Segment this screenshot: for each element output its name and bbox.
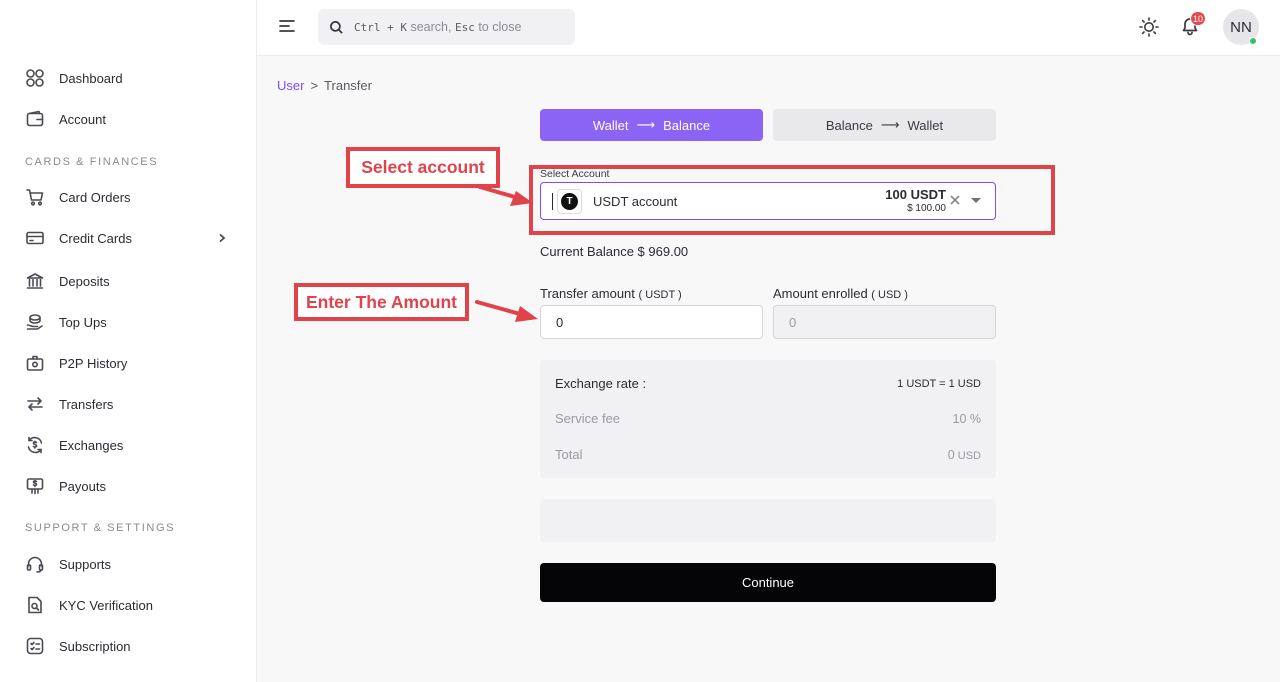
sidebar-item-p2p-history[interactable]: P2P History	[25, 351, 127, 375]
sidebar-item-kyc-verification[interactable]: KYC Verification	[25, 593, 153, 617]
headset-icon	[25, 554, 45, 574]
sidebar-item-transfers[interactable]: Transfers	[25, 392, 113, 416]
section-label-support-settings: SUPPORT & SETTINGS	[25, 522, 176, 534]
sun-icon[interactable]	[1138, 16, 1160, 38]
payout-icon	[25, 476, 45, 496]
breadcrumb-separator: >	[310, 78, 319, 93]
p2p-icon	[25, 353, 45, 373]
amount-enrolled-label: Amount enrolled ( USD )	[773, 286, 908, 301]
search-placeholder: Ctrl + K search, Esc to close	[354, 20, 522, 34]
annotation-highlight-select	[529, 165, 1055, 235]
sidebar-item-label: Credit Cards	[59, 230, 132, 246]
annotation-enter-amount: Enter The Amount	[294, 283, 469, 321]
sidebar-item-card-orders[interactable]: Card Orders	[25, 185, 131, 209]
arrow-right-icon: ⟶	[880, 117, 900, 132]
sidebar-item-credit-cards[interactable]: Credit Cards	[25, 226, 132, 250]
search-icon	[329, 20, 343, 34]
sidebar-item-dashboard[interactable]: Dashboard	[25, 66, 123, 90]
transfer-arrows-icon	[25, 394, 45, 414]
credit-card-icon	[25, 228, 45, 248]
sidebar-item-label: KYC Verification	[59, 597, 153, 613]
sidebar-item-label: Transfers	[59, 396, 114, 412]
continue-button[interactable]: Continue	[540, 563, 996, 602]
exchange-icon	[25, 435, 45, 455]
wallet-icon	[25, 109, 45, 129]
total-row: Total 0 USD	[555, 447, 981, 462]
grid-icon	[25, 68, 45, 88]
sidebar-item-label: Account	[59, 111, 106, 127]
sidebar-item-payouts[interactable]: Payouts	[25, 474, 106, 498]
tab-wallet-to-balance[interactable]: Wallet ⟶ Balance	[540, 109, 763, 141]
subscription-icon	[25, 636, 45, 656]
top-bar: Ctrl + K search, Esc to close 10 NN	[257, 0, 1280, 56]
breadcrumb-current: Transfer	[324, 78, 372, 93]
sidebar-item-top-ups[interactable]: Top Ups	[25, 310, 107, 334]
sidebar-item-label: Supports	[59, 556, 112, 572]
tab-balance-to-wallet[interactable]: Balance ⟶ Wallet	[773, 109, 996, 141]
section-label-cards-finances: CARDS & FINANCES	[25, 156, 159, 168]
sidebar-item-label: Card Orders	[59, 189, 131, 205]
service-fee-row: Service fee 10 %	[555, 411, 981, 426]
sidebar-item-deposits[interactable]: Deposits	[25, 269, 110, 293]
tab-from-label: Balance	[825, 117, 873, 133]
sidebar-item-subscription[interactable]: Subscription	[25, 634, 131, 658]
tab-from-label: Wallet	[592, 117, 629, 133]
annotation-select-account: Select account	[346, 147, 500, 188]
cart-icon	[25, 187, 45, 207]
search-input[interactable]: Ctrl + K search, Esc to close	[318, 9, 575, 45]
chevron-right-icon[interactable]	[216, 230, 228, 246]
sidebar-item-label: Top Ups	[59, 314, 107, 330]
tab-to-label: Balance	[663, 117, 711, 133]
arrow-right-icon: ⟶	[636, 117, 656, 132]
sidebar-item-label: Subscription	[59, 638, 131, 654]
coins-icon	[25, 312, 45, 332]
menu-toggle-icon[interactable]	[277, 16, 297, 36]
transfer-amount-label: Transfer amount ( USDT )	[540, 286, 682, 301]
amount-enrolled-input: 0	[773, 305, 996, 339]
sidebar-item-label: Exchanges	[59, 437, 124, 453]
sidebar-item-label: Payouts	[59, 478, 106, 494]
id-check-icon	[25, 595, 45, 615]
breadcrumb: User > Transfer	[277, 78, 372, 93]
exchange-rate-row: Exchange rate : 1 USDT = 1 USD	[555, 376, 981, 391]
transfer-summary: Exchange rate : 1 USDT = 1 USD Service f…	[540, 360, 996, 478]
online-status-dot	[1249, 37, 1257, 45]
sidebar-item-account[interactable]: Account	[25, 107, 106, 131]
info-panel	[540, 499, 996, 542]
transfer-amount-input[interactable]: 0	[540, 305, 763, 339]
sidebar-item-supports[interactable]: Supports	[25, 552, 111, 576]
bank-icon	[25, 271, 45, 291]
sidebar-item-label: P2P History	[59, 355, 128, 371]
sidebar-item-label: Deposits	[59, 273, 110, 289]
sidebar-item-label: Dashboard	[59, 70, 123, 86]
breadcrumb-user-link[interactable]: User	[277, 78, 304, 93]
current-balance: Current Balance $ 969.00	[540, 244, 689, 259]
tab-to-label: Wallet	[907, 117, 944, 133]
notification-badge: 10	[1190, 11, 1207, 26]
sidebar-item-exchanges[interactable]: Exchanges	[25, 433, 123, 457]
sidebar: Dashboard Account CARDS & FINANCES Card …	[0, 0, 257, 682]
